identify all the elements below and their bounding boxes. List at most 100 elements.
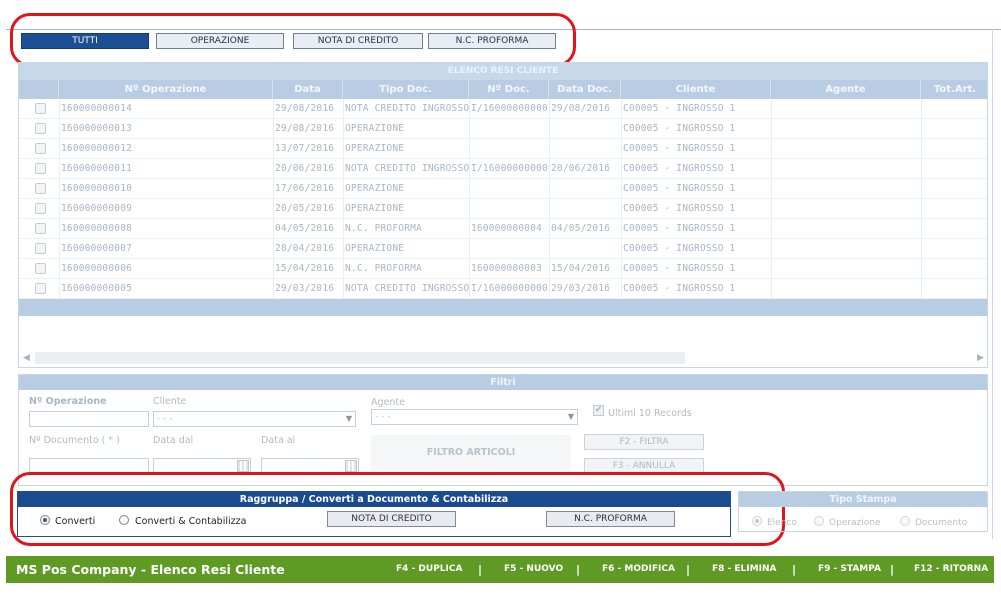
col-cliente[interactable]: Cliente [621,80,771,99]
cell-operazione: 160000000011 [61,163,133,174]
col-tipo-doc[interactable]: Tipo Doc. [343,80,469,99]
col-tot-art[interactable]: Tot.Art. [921,80,989,99]
cliente-label: Cliente [153,396,187,407]
num-documento-input[interactable] [29,458,149,474]
cell-cliente: C00005 - INGROSSO 1 [623,143,736,154]
table-row[interactable]: 160000000007 28/04/2016 OPERAZIONE C0000… [19,239,987,259]
cliente-select[interactable]: - - - ▼ [153,411,356,427]
calendar-icon[interactable] [237,460,249,472]
row-checkbox[interactable] [35,143,46,154]
filtro-articoli-button[interactable]: FILTRO ARTICOLI [371,435,571,471]
cell-cliente: C00005 - INGROSSO 1 [623,123,736,134]
filters-panel: Filtri Nº Operazione Cliente - - - ▼ Age… [18,374,988,486]
documento-radio[interactable] [900,516,910,526]
col-operazione[interactable]: Nº Operazione [59,80,273,99]
elenco-radio[interactable] [752,516,762,526]
cell-data: 20/06/2016 [275,163,335,174]
table-row[interactable]: 160000000006 15/04/2016 N.C. PROFORMA 16… [19,259,987,279]
ultimi-checkbox[interactable]: ✔ [593,405,604,416]
footer-separator: | [792,563,797,576]
operazione-label: Nº Operazione [29,396,107,407]
table-row[interactable]: 160000000014 29/08/2016 NOTA CREDITO ING… [19,99,987,119]
row-checkbox[interactable] [35,283,46,294]
operazione-radio[interactable] [814,516,824,526]
table-row[interactable]: 160000000013 29/08/2016 OPERAZIONE C0000… [19,119,987,139]
cell-operazione: 160000000010 [61,183,133,194]
calendar-icon[interactable] [345,460,357,472]
cell-datadoc [549,119,621,139]
cell-ndoc [469,119,549,139]
scroll-right-icon[interactable]: ▶ [977,353,984,363]
cell-ndoc: I/160000000005 [471,283,549,294]
cell-tipo: N.C. PROFORMA [345,263,422,274]
tab-nc-proforma[interactable]: N.C. PROFORMA [428,33,556,49]
num-documento-label: Nº Documento ( * ) [29,435,120,446]
row-checkbox[interactable] [35,203,46,214]
cell-operazione: 160000000006 [61,263,133,274]
cell-operazione: 160000000008 [61,223,133,234]
cell-data: 20/05/2016 [275,203,335,214]
cell-operazione: 160000000005 [61,283,133,294]
agente-label: Agente [371,397,405,408]
row-checkbox[interactable] [35,223,46,234]
scroll-left-icon[interactable]: ◀ [23,353,30,363]
nuovo-key[interactable]: F5 - NUOVO [504,556,563,583]
cell-datadoc: 29/08/2016 [551,103,611,114]
table-row[interactable]: 160000000005 29/03/2016 NOTA CREDITO ING… [19,279,987,299]
cell-cliente: C00005 - INGROSSO 1 [623,283,736,294]
stampa-key[interactable]: F9 - STAMPA [818,556,881,583]
modifica-key[interactable]: F6 - MODIFICA [602,556,675,583]
cell-ndoc [469,139,549,159]
cell-tipo: OPERAZIONE [345,143,405,154]
cell-operazione: 160000000013 [61,123,133,134]
filtra-button[interactable]: F2 - FILTRA [584,434,704,450]
converti-radio[interactable] [40,515,50,525]
col-num-doc[interactable]: Nº Doc. [469,80,549,99]
cell-cliente: C00005 - INGROSSO 1 [623,183,736,194]
filter-tabs: TUTTI OPERAZIONE NOTA DI CREDITO N.C. PR… [16,33,576,53]
footer-separator: | [576,563,581,576]
tab-operazione[interactable]: OPERAZIONE [156,33,284,49]
row-checkbox[interactable] [35,263,46,274]
tab-tutti[interactable]: TUTTI [21,33,149,49]
horizontal-scrollbar[interactable] [35,352,685,364]
table-row[interactable]: 160000000010 17/06/2016 OPERAZIONE C0000… [19,179,987,199]
row-checkbox[interactable] [35,243,46,254]
col-data[interactable]: Data [273,80,343,99]
cell-data: 29/08/2016 [275,103,335,114]
agente-select[interactable]: - - - ▼ [371,409,578,425]
annulla-button[interactable]: F3 - ANNULLA [584,458,704,474]
col-data-doc[interactable]: Data Doc. [549,80,621,99]
table-row[interactable]: 160000000012 13/07/2016 OPERAZIONE C0000… [19,139,987,159]
data-al-input[interactable] [261,458,359,474]
row-checkbox[interactable] [35,103,46,114]
row-checkbox[interactable] [35,163,46,174]
converti-contabilizza-radio[interactable] [119,515,129,525]
nota-di-credito-button[interactable]: NOTA DI CREDITO [327,511,456,527]
ritorna-key[interactable]: F12 - RITORNA [914,556,988,583]
cell-ndoc: I/160000000007 [471,103,549,114]
footer-separator: | [686,563,691,576]
cell-cliente: C00005 - INGROSSO 1 [623,243,736,254]
nc-proforma-button[interactable]: N.C. PROFORMA [546,511,675,527]
cell-cliente: C00005 - INGROSSO 1 [623,223,736,234]
elimina-key[interactable]: F8 - ELIMINA [712,556,776,583]
cliente-select-value: - - - [157,414,173,424]
col-agente[interactable]: Agente [771,80,921,99]
tab-nota-di-credito[interactable]: NOTA DI CREDITO [293,33,423,49]
data-dal-label: Data dal [153,435,194,446]
cell-datadoc [549,179,621,199]
table-row[interactable]: 160000000009 20/05/2016 OPERAZIONE C0000… [19,199,987,219]
row-checkbox[interactable] [35,123,46,134]
duplica-key[interactable]: F4 - DUPLICA [396,556,462,583]
cell-datadoc: 20/06/2016 [551,163,611,174]
cell-data: 13/07/2016 [275,143,335,154]
table-row[interactable]: 160000000008 04/05/2016 N.C. PROFORMA 16… [19,219,987,239]
table-row[interactable]: 160000000011 20/06/2016 NOTA CREDITO ING… [19,159,987,179]
row-checkbox[interactable] [35,183,46,194]
cell-ndoc: 160000000003 [471,263,543,274]
data-dal-input[interactable] [153,458,251,474]
raggruppa-title: Raggruppa / Converti a Documento & Conta… [18,492,730,507]
cell-datadoc: 29/03/2016 [551,283,611,294]
operazione-input[interactable] [29,411,149,427]
